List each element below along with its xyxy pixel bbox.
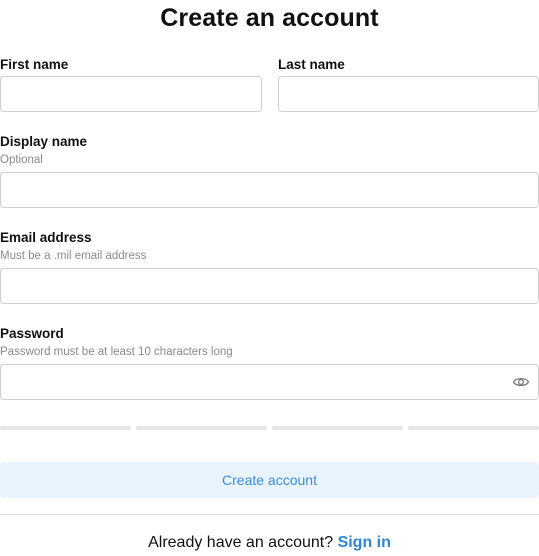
- strength-segment: [272, 426, 403, 430]
- password-label: Password: [0, 326, 64, 341]
- first-name-label: First name: [0, 57, 69, 72]
- sign-in-link[interactable]: Sign in: [338, 534, 391, 551]
- last-name-input[interactable]: [278, 76, 539, 112]
- display-name-input[interactable]: [0, 172, 539, 208]
- create-account-button[interactable]: Create account: [0, 462, 539, 498]
- email-input[interactable]: [0, 268, 539, 304]
- last-name-label: Last name: [278, 57, 345, 72]
- first-name-input[interactable]: [0, 76, 262, 112]
- strength-segment: [0, 426, 131, 430]
- signin-prompt-row: Already have an account? Sign in: [0, 534, 539, 552]
- strength-segment: [136, 426, 267, 430]
- password-hint: Password must be at least 10 characters …: [0, 346, 233, 358]
- display-name-hint: Optional: [0, 154, 43, 166]
- eye-icon[interactable]: [512, 374, 530, 390]
- email-label: Email address: [0, 230, 92, 245]
- email-hint: Must be a .mil email address: [0, 250, 147, 262]
- signin-prompt: Already have an account?: [148, 534, 338, 551]
- signup-page: Create an account First name Last name D…: [0, 0, 539, 556]
- page-title: Create an account: [160, 4, 379, 32]
- divider: [0, 514, 539, 515]
- strength-segment: [408, 426, 539, 430]
- display-name-label: Display name: [0, 134, 88, 149]
- password-input[interactable]: [0, 364, 539, 400]
